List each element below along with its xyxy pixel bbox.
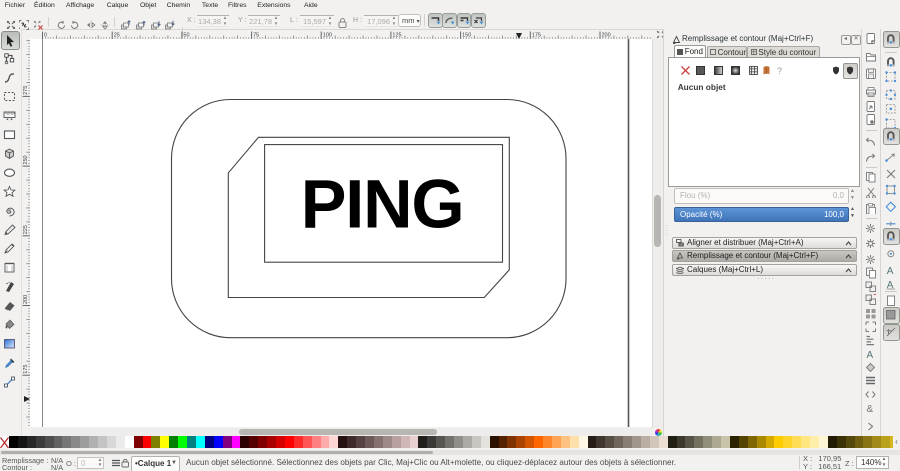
svg-text:A: A <box>886 266 893 276</box>
svg-text:?: ? <box>777 66 782 75</box>
svg-text:A: A <box>867 350 874 360</box>
svg-text:25: 25 <box>114 33 120 39</box>
svg-text:A: A <box>886 280 893 290</box>
svg-text:PING: PING <box>301 166 465 243</box>
svg-text:&: & <box>867 404 874 414</box>
svg-text:50: 50 <box>183 33 189 39</box>
